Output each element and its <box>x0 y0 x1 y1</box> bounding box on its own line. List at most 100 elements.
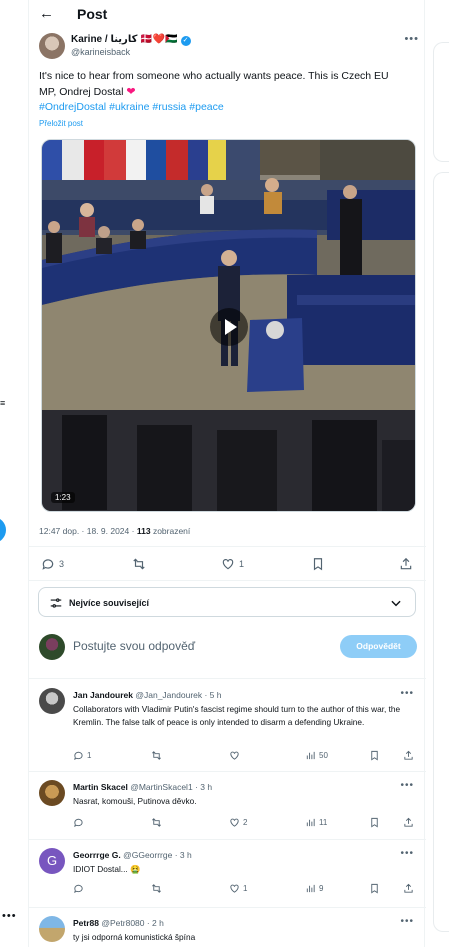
repost-icon <box>152 818 161 827</box>
views-button[interactable]: 50 <box>305 750 328 761</box>
more-options-icon[interactable]: ••• <box>400 688 414 699</box>
post-author: Karine / كارينا 🇩🇰❤️🇵🇸 ✓ @karineisback ••… <box>39 33 419 61</box>
repost-button[interactable] <box>151 750 162 761</box>
reply-submit-button[interactable]: Odpovědět <box>340 635 417 658</box>
repost-button[interactable] <box>151 883 162 894</box>
share-button[interactable] <box>403 883 414 894</box>
bookmark-icon <box>371 883 378 894</box>
more-icon[interactable]: ••• <box>2 910 17 922</box>
post-text-line1: It's nice to hear from someone who actua… <box>39 70 389 82</box>
views-button[interactable]: 11 <box>305 817 327 828</box>
left-nav-rail: ≡ ••• <box>0 0 28 947</box>
sidebar-card <box>433 172 449 932</box>
reply-icon <box>74 884 83 894</box>
avatar[interactable] <box>39 634 65 660</box>
reply-input[interactable]: Postujte svou odpověď <box>73 639 195 653</box>
author-name[interactable]: Karine / كارينا 🇩🇰❤️🇵🇸 ✓ <box>71 34 191 46</box>
reply-actions: 1 50 <box>73 750 418 766</box>
reply-handle: @Petr8080 · 2 h <box>101 918 164 928</box>
heart-icon <box>230 884 239 893</box>
share-button[interactable] <box>403 750 414 761</box>
post-action-bar: 3 1 <box>29 551 426 577</box>
back-arrow-icon[interactable]: ← <box>39 5 54 22</box>
share-icon <box>404 883 413 893</box>
view-label: zobrazení <box>152 526 191 536</box>
like-button[interactable]: 2 <box>229 817 247 828</box>
like-button[interactable]: 1 <box>221 557 244 571</box>
avatar[interactable] <box>39 780 65 806</box>
sort-label: Nejvíce související <box>69 598 150 608</box>
share-icon <box>404 817 413 827</box>
bookmark-button[interactable] <box>369 750 380 761</box>
avatar[interactable] <box>39 33 65 59</box>
reply-button[interactable]: 1 <box>73 750 91 761</box>
main-column: ← Post Karine / كارينا 🇩🇰❤️🇵🇸 ✓ @karineis… <box>28 0 426 947</box>
views-button[interactable]: 9 <box>305 883 323 894</box>
more-options-icon[interactable]: ••• <box>400 780 414 791</box>
reply-author[interactable]: Petr88 @Petr8080 · 2 h <box>73 918 164 928</box>
reply-item[interactable]: Petr88 @Petr8080 · 2 h ••• ty jsi odporn… <box>29 908 426 947</box>
like-count: 1 <box>239 559 245 569</box>
bookmark-icon <box>371 750 378 761</box>
views-icon <box>306 884 315 893</box>
reply-handle: @Jan_Jandourek · 5 h <box>135 690 222 700</box>
hashtag-link[interactable]: #OndrejDostal <box>39 101 106 113</box>
like-count: 1 <box>243 884 248 893</box>
reply-text: IDIOT Dostal... 🤮 <box>73 864 141 874</box>
post-timestamp[interactable]: 12:47 dop. · 18. 9. 2024 · <box>39 526 134 536</box>
post-text: It's nice to hear from someone who actua… <box>39 69 419 100</box>
repost-button[interactable] <box>132 557 146 571</box>
bookmark-button[interactable] <box>369 817 380 828</box>
share-button[interactable] <box>403 817 414 828</box>
reply-author[interactable]: Jan Jandourek @Jan_Jandourek · 5 h <box>73 690 222 700</box>
sidebar-card <box>433 42 449 162</box>
sliders-icon <box>50 598 62 608</box>
share-icon <box>404 750 413 760</box>
avatar[interactable] <box>39 688 65 714</box>
compose-post-button[interactable] <box>0 517 6 543</box>
reply-item[interactable]: Jan Jandourek @Jan_Jandourek · 5 h ••• C… <box>29 680 426 770</box>
like-button[interactable]: 1 <box>229 883 247 894</box>
more-options-icon[interactable]: ••• <box>400 848 414 859</box>
reply-button[interactable] <box>73 883 84 894</box>
avatar[interactable]: G <box>39 848 65 874</box>
repost-icon <box>133 558 145 570</box>
repost-button[interactable] <box>151 817 162 828</box>
reply-button[interactable]: 3 <box>41 557 64 571</box>
reply-item[interactable]: G Georrrge G. @GGeorrrge · 3 h ••• IDIOT… <box>29 840 426 906</box>
reply-sort-dropdown[interactable]: Nejvíce související <box>38 587 416 617</box>
video-player[interactable]: 1:23 <box>41 139 416 512</box>
reply-button[interactable] <box>73 817 84 828</box>
hashtag-link[interactable]: #ukraine <box>109 101 149 113</box>
author-name-text: Karine / كارينا 🇩🇰❤️🇵🇸 <box>71 34 178 45</box>
like-button[interactable] <box>229 750 240 761</box>
menu-icon[interactable]: ≡ <box>0 398 5 408</box>
chevron-down-icon <box>391 600 401 607</box>
reply-composer: Postujte svou odpověď Odpovědět <box>39 634 417 662</box>
hashtag-link[interactable]: #russia <box>152 101 186 113</box>
avatar[interactable] <box>39 916 65 942</box>
translate-link[interactable]: Přeložit post <box>39 119 83 128</box>
author-handle[interactable]: @karineisback <box>71 47 130 57</box>
page-title: Post <box>77 6 108 22</box>
reply-author-name: Martin Skacel <box>73 782 128 792</box>
reply-handle: @MartinSkacel1 · 3 h <box>130 782 213 792</box>
more-options-icon[interactable]: ••• <box>404 33 419 45</box>
reply-text: Nasrat, komouši, Putinova děvko. <box>73 796 197 806</box>
share-icon <box>400 557 412 570</box>
bookmark-button[interactable] <box>311 557 325 571</box>
reply-count: 3 <box>59 559 65 569</box>
reply-author[interactable]: Martin Skacel @MartinSkacel1 · 3 h <box>73 782 212 792</box>
video-duration: 1:23 <box>51 492 75 503</box>
post-text-line2: MP, Ondrej Dostal <box>39 85 124 98</box>
more-options-icon[interactable]: ••• <box>400 916 414 927</box>
avatar-letter: G <box>46 853 58 868</box>
reply-item[interactable]: Martin Skacel @MartinSkacel1 · 3 h ••• N… <box>29 772 426 838</box>
play-button[interactable] <box>210 308 248 346</box>
reply-author[interactable]: Georrrge G. @GGeorrrge · 3 h <box>73 850 192 860</box>
bookmark-button[interactable] <box>369 883 380 894</box>
share-button[interactable] <box>399 557 413 571</box>
divider <box>29 580 426 581</box>
like-count: 2 <box>243 818 248 827</box>
hashtag-link[interactable]: #peace <box>189 101 223 113</box>
